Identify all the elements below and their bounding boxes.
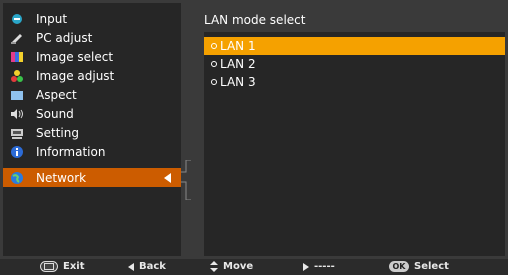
menu-item-pc-adjust[interactable]: PC adjust bbox=[3, 28, 181, 47]
menu-item-label: Input bbox=[36, 11, 68, 26]
up-down-arrow-icon bbox=[210, 261, 218, 272]
menu-key-icon bbox=[40, 261, 58, 272]
image-adjust-icon bbox=[10, 69, 24, 83]
menu-item-label: Setting bbox=[36, 125, 79, 140]
osd-window: Input PC adjust Image select Image adjus… bbox=[0, 0, 508, 259]
hint-select-label: Select bbox=[414, 261, 449, 272]
key-guide-bar: Exit Back Move ----- OK Select bbox=[0, 259, 508, 275]
menu-item-input[interactable]: Input bbox=[3, 9, 181, 28]
option-label: LAN 2 bbox=[220, 57, 256, 71]
right-arrow-icon bbox=[303, 262, 309, 271]
menu-item-label: PC adjust bbox=[36, 30, 93, 45]
submenu-panel: LAN mode select LAN 1 LAN 2 LAN 3 bbox=[191, 3, 505, 256]
information-icon bbox=[10, 145, 24, 159]
hint-move[interactable]: Move bbox=[210, 261, 253, 272]
left-arrow-icon bbox=[128, 262, 134, 271]
pc-adjust-icon bbox=[10, 31, 24, 45]
network-icon bbox=[10, 171, 24, 185]
menu-item-label: Sound bbox=[36, 106, 74, 121]
ok-key-icon: OK bbox=[389, 261, 409, 272]
option-lan-3[interactable]: LAN 3 bbox=[204, 73, 505, 91]
menu-item-label: Network bbox=[36, 170, 87, 185]
setting-icon bbox=[10, 126, 24, 140]
aspect-icon bbox=[10, 88, 24, 102]
hint-move-label: Move bbox=[223, 261, 254, 272]
hint-next-label: ----- bbox=[314, 261, 335, 272]
menu-item-sound[interactable]: Sound bbox=[3, 104, 181, 123]
menu-item-label: Aspect bbox=[36, 87, 77, 102]
image-select-icon bbox=[10, 50, 24, 64]
menu-item-aspect[interactable]: Aspect bbox=[3, 85, 181, 104]
hint-exit-label: Exit bbox=[63, 261, 85, 272]
menu-item-setting[interactable]: Setting bbox=[3, 123, 181, 142]
radio-icon bbox=[211, 61, 217, 67]
panel-title: LAN mode select bbox=[204, 13, 306, 27]
menu-item-image-select[interactable]: Image select bbox=[3, 47, 181, 66]
menu-connector bbox=[181, 160, 191, 200]
hint-next[interactable]: ----- bbox=[303, 261, 335, 272]
hint-select[interactable]: OK Select bbox=[389, 261, 449, 272]
hint-exit[interactable]: Exit bbox=[40, 261, 85, 272]
lan-mode-list: LAN 1 LAN 2 LAN 3 bbox=[204, 32, 505, 256]
option-lan-2[interactable]: LAN 2 bbox=[204, 55, 505, 73]
submenu-arrow-icon bbox=[164, 172, 171, 183]
radio-icon bbox=[211, 79, 217, 85]
menu-item-information[interactable]: Information bbox=[3, 142, 181, 161]
menu-item-label: Image adjust bbox=[36, 68, 115, 83]
menu-item-image-adjust[interactable]: Image adjust bbox=[3, 66, 181, 85]
menu-item-network[interactable]: Network bbox=[3, 168, 181, 187]
hint-back[interactable]: Back bbox=[128, 261, 166, 272]
hint-back-label: Back bbox=[139, 261, 166, 272]
sound-icon bbox=[10, 107, 24, 121]
option-label: LAN 3 bbox=[220, 75, 256, 89]
input-icon bbox=[10, 12, 24, 26]
option-lan-1[interactable]: LAN 1 bbox=[204, 37, 505, 55]
menu-item-label: Information bbox=[36, 144, 106, 159]
menu-item-label: Image select bbox=[36, 49, 114, 64]
radio-icon bbox=[211, 43, 217, 49]
option-label: LAN 1 bbox=[220, 39, 256, 53]
main-menu: Input PC adjust Image select Image adjus… bbox=[3, 3, 181, 256]
